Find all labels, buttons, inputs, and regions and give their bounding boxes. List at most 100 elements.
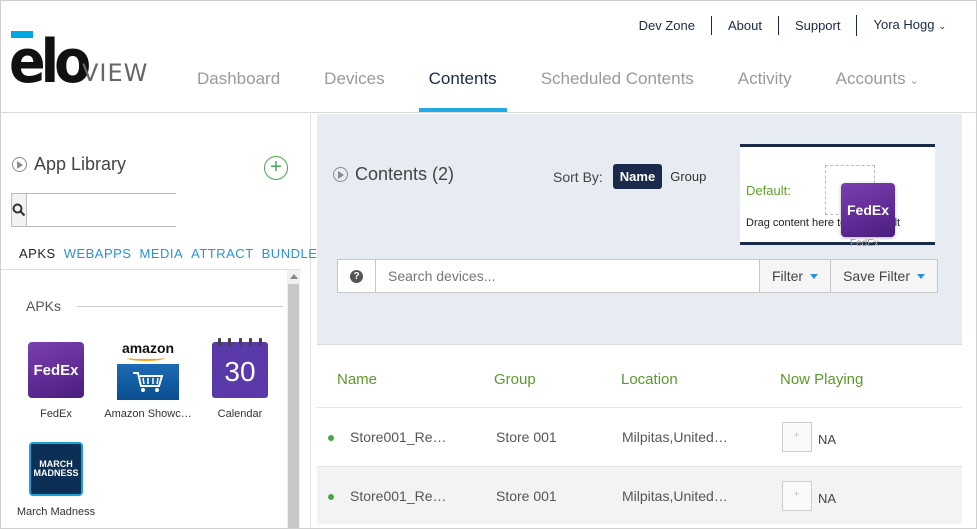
column-group[interactable]: Group — [494, 371, 536, 388]
device-name: Store001_Re… — [350, 429, 447, 445]
logo-view-text: VIEW — [82, 59, 149, 87]
tab-dashboard[interactable]: Dashboard — [175, 61, 302, 102]
device-name: Store001_Re… — [350, 488, 447, 504]
contents-title[interactable]: Contents (2) — [333, 164, 454, 185]
app-calendar[interactable]: 30 Calendar — [190, 338, 290, 420]
tab-label: Dashboard — [197, 69, 281, 88]
table-row[interactable]: Store001_Re… Store 001 Milpitas,United… … — [317, 466, 962, 524]
fedex-tile-text: FedEx — [33, 361, 79, 379]
tab-accounts[interactable]: Accounts ⌄ — [814, 61, 941, 102]
contents-main: Contents (2) Sort By: Name Group Default… — [317, 114, 976, 528]
library-search-input[interactable] — [27, 194, 215, 226]
sort-by-name-button[interactable]: Name — [612, 164, 663, 189]
question-icon: ? — [350, 269, 363, 283]
logo-elo-text: elo — [9, 26, 91, 97]
library-scrollbar[interactable] — [287, 270, 300, 528]
dev-zone-link[interactable]: Dev Zone — [623, 16, 711, 35]
march-madness-tile-text: MARCH MADNESS — [33, 459, 79, 478]
app-name: March Madness — [16, 506, 96, 518]
amazon-wordmark: amazon — [121, 340, 175, 356]
device-group: Store 001 — [496, 429, 557, 445]
play-circle-icon — [333, 167, 348, 182]
app-library-title[interactable]: App Library — [12, 154, 126, 175]
user-name: Yora Hogg — [873, 17, 935, 32]
section-divider — [77, 306, 283, 307]
default-label: Default: — [746, 183, 791, 198]
tab-label: Scheduled Contents — [540, 69, 694, 88]
tab-webapps[interactable]: WEBAPPS — [64, 246, 132, 261]
device-group: Store 001 — [496, 488, 557, 504]
app-library-label: App Library — [34, 154, 127, 174]
add-app-button[interactable]: + — [264, 156, 288, 180]
fedex-icon: FedEx — [28, 342, 84, 398]
app-amazon-showcase[interactable]: amazon Amazon Showc… — [98, 340, 198, 420]
tab-apks[interactable]: APKS — [19, 246, 56, 261]
sort-control: Sort By: Name Group — [553, 164, 706, 189]
now-playing-dropzone[interactable] — [782, 481, 812, 511]
tab-scheduled-contents[interactable]: Scheduled Contents — [519, 61, 716, 102]
now-playing-dropzone[interactable] — [782, 422, 812, 452]
library-search — [11, 193, 215, 227]
top-links: Dev Zone About Support Yora Hogg ⌄ — [623, 15, 962, 36]
user-menu[interactable]: Yora Hogg ⌄ — [856, 15, 962, 36]
tab-activity[interactable]: Activity — [716, 61, 814, 102]
march-madness-icon: MARCH MADNESS — [29, 442, 83, 496]
amazon-icon: amazon — [117, 340, 179, 400]
tab-label: Contents — [428, 69, 497, 88]
filter-label: Filter — [771, 268, 804, 284]
support-link[interactable]: Support — [777, 16, 857, 35]
save-filter-label: Save Filter — [843, 268, 910, 284]
tab-attract[interactable]: ATTRACT — [191, 246, 253, 261]
device-location: Milpitas,United… — [622, 488, 728, 504]
about-link[interactable]: About — [710, 16, 778, 35]
header: elo VIEW Dev Zone About Support Yora Hog… — [1, 1, 976, 113]
search-button[interactable] — [12, 194, 27, 226]
app-march-madness[interactable]: MARCH MADNESS March Madness — [6, 442, 106, 518]
app-name: Amazon Showc… — [104, 408, 192, 420]
default-content-dropzone[interactable]: Default: Drag content here to set defaul… — [740, 144, 935, 249]
tab-contents[interactable]: Contents — [407, 61, 519, 112]
default-app-name: FedEx — [850, 238, 879, 249]
search-devices-input[interactable] — [376, 260, 759, 292]
tab-label: Accounts — [835, 69, 906, 88]
column-location[interactable]: Location — [621, 371, 678, 388]
play-circle-icon — [12, 157, 27, 172]
app-name: Calendar — [217, 408, 263, 420]
amazon-smile — [127, 355, 165, 361]
now-playing-value: NA — [818, 491, 837, 506]
tab-label: Activity — [737, 69, 792, 88]
sort-label: Sort By: — [553, 168, 603, 185]
sort-by-group-button[interactable]: Group — [670, 169, 706, 184]
fedex-icon[interactable]: FedEx — [841, 183, 895, 237]
elo-view-logo[interactable]: elo VIEW — [9, 26, 149, 97]
save-filter-button[interactable]: Save Filter — [830, 260, 937, 292]
table-row[interactable]: Store001_Re… Store 001 Milpitas,United… … — [317, 407, 962, 465]
app-window: elo VIEW Dev Zone About Support Yora Hog… — [0, 0, 977, 529]
column-name[interactable]: Name — [337, 371, 377, 388]
tab-bundle[interactable]: BUNDLE — [262, 246, 318, 261]
column-now-playing[interactable]: Now Playing — [780, 371, 863, 388]
search-icon — [12, 203, 26, 217]
tab-label: Devices — [324, 69, 385, 88]
help-button[interactable]: ? — [338, 260, 376, 292]
chevron-down-icon: ⌄ — [938, 21, 946, 31]
tab-media[interactable]: MEDIA — [139, 246, 183, 261]
tab-devices[interactable]: Devices — [302, 61, 406, 102]
scrollbar-thumb[interactable] — [288, 284, 299, 528]
contents-toolbar-area: Contents (2) Sort By: Name Group Default… — [317, 114, 962, 344]
device-location: Milpitas,United… — [622, 429, 728, 445]
calendar-icon: 30 — [212, 338, 268, 398]
app-name: FedEx — [40, 408, 72, 420]
calendar-rings — [218, 338, 262, 346]
device-filter-bar: ? Filter Save Filter — [337, 259, 938, 293]
chevron-down-icon: ⌄ — [909, 75, 919, 87]
app-fedex[interactable]: FedEx FedEx — [6, 342, 106, 420]
app-library-sidebar: App Library + APKS WEBAPPS MEDIA ATTRACT… — [1, 114, 317, 528]
scroll-up-icon[interactable] — [290, 274, 298, 279]
cart-icon — [117, 364, 179, 400]
filter-button[interactable]: Filter — [758, 260, 831, 292]
now-playing-value: NA — [818, 432, 837, 447]
fedex-tile-text: FedEx — [846, 202, 889, 218]
calendar-day: 30 — [224, 356, 256, 387]
main-scroll-gutter — [962, 114, 976, 528]
